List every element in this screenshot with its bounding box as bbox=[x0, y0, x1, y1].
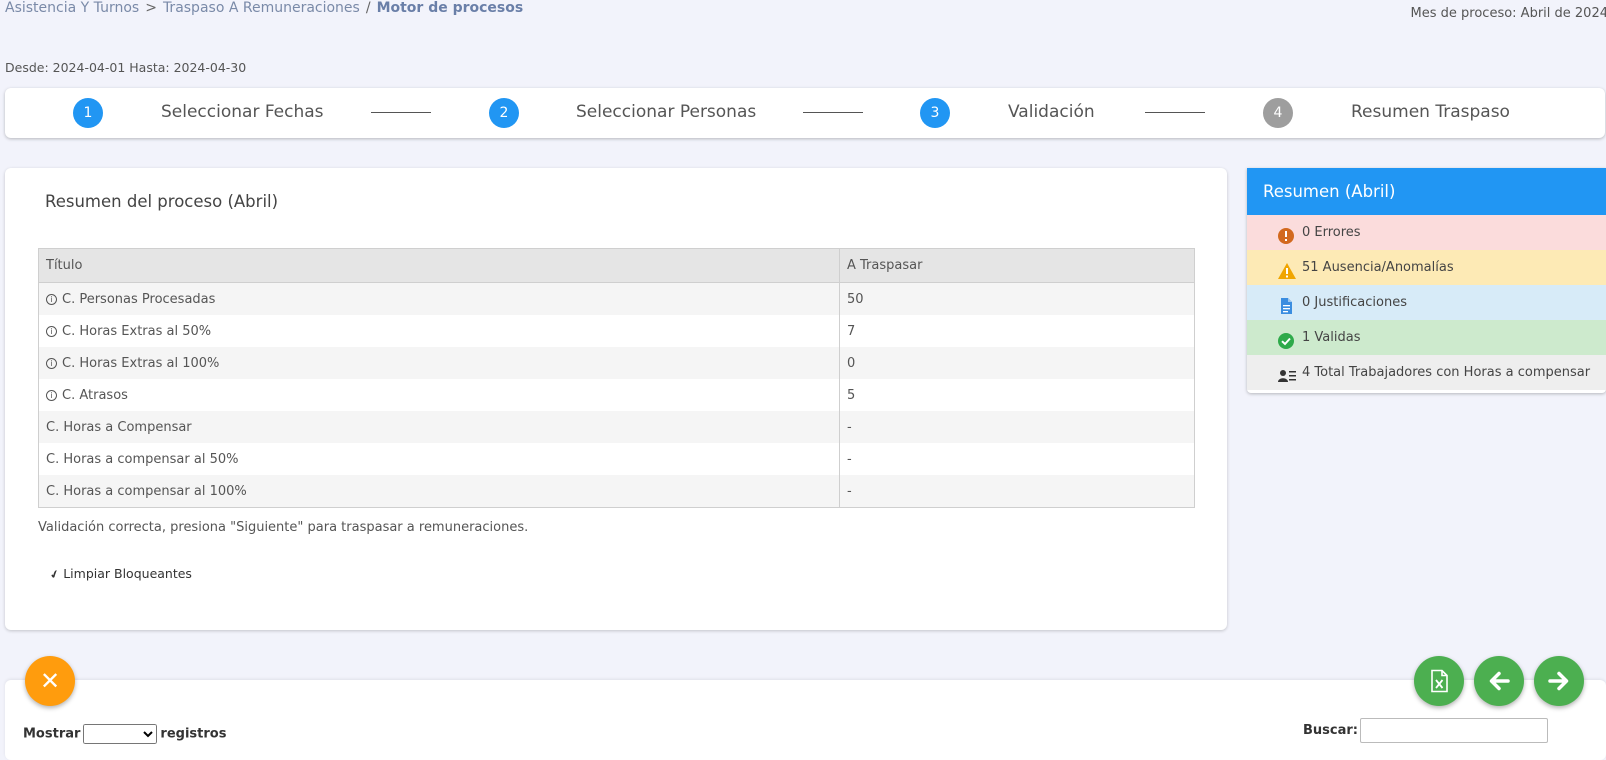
process-month: Mes de proceso: Abril de 2024 bbox=[1410, 6, 1606, 21]
broom-icon: ✔ bbox=[48, 566, 62, 583]
month-summary-card: Resumen (Abril) 0 Errores 51 Ausencia/An… bbox=[1247, 168, 1606, 393]
cancel-button[interactable]: ✕ bbox=[25, 656, 75, 706]
breadcrumb-separator: / bbox=[365, 0, 371, 16]
justifications-row[interactable]: 0 Justificaciones bbox=[1247, 285, 1606, 320]
table-row: i C. Horas Extras al 100% 0 bbox=[38, 347, 1195, 379]
table-row: C. Horas a compensar al 100% - bbox=[38, 475, 1195, 508]
page-length-control: Mostrar registros bbox=[23, 724, 226, 744]
column-header-titulo: Título bbox=[38, 248, 840, 283]
records-label: registros bbox=[160, 726, 227, 742]
arrow-left-icon bbox=[1489, 671, 1510, 691]
clear-blockers-label: Limpiar Bloqueantes bbox=[63, 566, 192, 581]
step-1-label: Seleccionar Fechas bbox=[161, 102, 324, 122]
row-value: 7 bbox=[839, 315, 1195, 347]
info-icon[interactable]: i bbox=[46, 293, 57, 305]
valid-row[interactable]: 1 Validas bbox=[1247, 320, 1606, 355]
step-3-label: Validación bbox=[1008, 102, 1095, 122]
warning-icon bbox=[1277, 259, 1296, 279]
row-value: 0 bbox=[839, 347, 1195, 379]
search-label: Buscar: bbox=[1303, 723, 1358, 738]
breadcrumb-item-traspaso[interactable]: Traspaso A Remuneraciones bbox=[163, 0, 360, 16]
step-4-number[interactable]: 4 bbox=[1263, 98, 1293, 128]
validation-message: Validación correcta, presiona "Siguiente… bbox=[38, 520, 529, 535]
info-icon[interactable]: i bbox=[46, 357, 57, 369]
back-button[interactable] bbox=[1474, 656, 1524, 706]
valid-label: 1 Validas bbox=[1302, 330, 1361, 345]
row-value: - bbox=[839, 411, 1195, 443]
check-circle-icon bbox=[1277, 329, 1295, 349]
process-stepper: 1 Seleccionar Fechas 2 Seleccionar Perso… bbox=[5, 88, 1605, 138]
step-3-number[interactable]: 3 bbox=[920, 98, 950, 128]
row-title: C. Atrasos bbox=[62, 387, 128, 403]
clear-blockers-button[interactable]: ✔ Limpiar Bloqueantes bbox=[48, 566, 192, 583]
step-2-label: Seleccionar Personas bbox=[576, 102, 757, 122]
row-value: - bbox=[839, 475, 1195, 508]
search-input[interactable] bbox=[1360, 718, 1548, 743]
total-workers-row[interactable]: 4 Total Trabajadores con Horas a compens… bbox=[1247, 355, 1606, 390]
close-icon: ✕ bbox=[39, 667, 61, 695]
info-icon[interactable]: i bbox=[46, 325, 57, 337]
side-title: Resumen (Abril) bbox=[1247, 168, 1606, 215]
next-button[interactable] bbox=[1534, 656, 1584, 706]
breadcrumb-item-asistencia[interactable]: Asistencia Y Turnos bbox=[5, 0, 139, 16]
row-title: C. Horas a compensar al 100% bbox=[38, 475, 840, 508]
step-2-number[interactable]: 2 bbox=[489, 98, 519, 128]
table-row: C. Horas a compensar al 50% - bbox=[38, 443, 1195, 475]
table-row: i C. Horas Extras al 50% 7 bbox=[38, 315, 1195, 347]
records-table-card: Mostrar registros Buscar: bbox=[5, 680, 1606, 760]
excel-file-icon bbox=[1431, 669, 1448, 693]
step-connector bbox=[371, 112, 431, 113]
column-header-a-traspasar: A Traspasar bbox=[839, 248, 1195, 283]
page-length-select[interactable] bbox=[83, 724, 158, 744]
table-row: C. Horas a Compensar - bbox=[38, 411, 1195, 443]
step-4-label: Resumen Traspaso bbox=[1351, 102, 1510, 122]
total-workers-label: 4 Total Trabajadores con Horas a compens… bbox=[1302, 365, 1591, 380]
row-title: C. Horas Extras al 100% bbox=[62, 355, 220, 371]
arrow-right-icon bbox=[1548, 671, 1569, 691]
row-title: C. Horas Extras al 50% bbox=[62, 323, 212, 339]
export-excel-button[interactable] bbox=[1414, 656, 1464, 706]
date-range: Desde: 2024-04-01 Hasta: 2024-04-30 bbox=[5, 60, 247, 75]
row-title: C. Horas a compensar al 50% bbox=[38, 443, 840, 475]
card-title: Resumen del proceso (Abril) bbox=[45, 192, 279, 211]
document-icon bbox=[1277, 294, 1295, 314]
row-title: C. Horas a Compensar bbox=[38, 411, 840, 443]
summary-table: Título A Traspasar i C. Personas Procesad… bbox=[38, 248, 1195, 508]
search-control: Buscar: bbox=[1303, 718, 1548, 743]
user-list-icon bbox=[1277, 364, 1296, 382]
step-1-number[interactable]: 1 bbox=[73, 98, 103, 128]
show-label: Mostrar bbox=[23, 726, 81, 742]
process-summary-card: Resumen del proceso (Abril) Título A Tra… bbox=[5, 168, 1227, 630]
absences-row[interactable]: 51 Ausencia/Anomalías bbox=[1247, 250, 1606, 285]
row-value: 50 bbox=[839, 282, 1195, 315]
row-value: - bbox=[839, 443, 1195, 475]
errors-row[interactable]: 0 Errores bbox=[1247, 215, 1606, 250]
step-connector bbox=[803, 112, 863, 113]
table-row: i C. Atrasos 5 bbox=[38, 379, 1195, 411]
justifications-label: 0 Justificaciones bbox=[1302, 295, 1407, 310]
row-title: C. Personas Procesadas bbox=[62, 291, 216, 307]
absences-label: 51 Ausencia/Anomalías bbox=[1302, 260, 1454, 275]
breadcrumb: Asistencia Y Turnos > Traspaso A Remunerac… bbox=[5, 0, 523, 16]
breadcrumb-current: Motor de procesos bbox=[376, 0, 524, 16]
step-connector bbox=[1145, 112, 1205, 113]
error-icon bbox=[1277, 224, 1295, 244]
row-value: 5 bbox=[839, 379, 1195, 411]
breadcrumb-separator: > bbox=[145, 0, 157, 16]
info-icon[interactable]: i bbox=[46, 389, 57, 401]
table-row: i C. Personas Procesadas 50 bbox=[38, 282, 1195, 315]
errors-label: 0 Errores bbox=[1302, 225, 1361, 240]
